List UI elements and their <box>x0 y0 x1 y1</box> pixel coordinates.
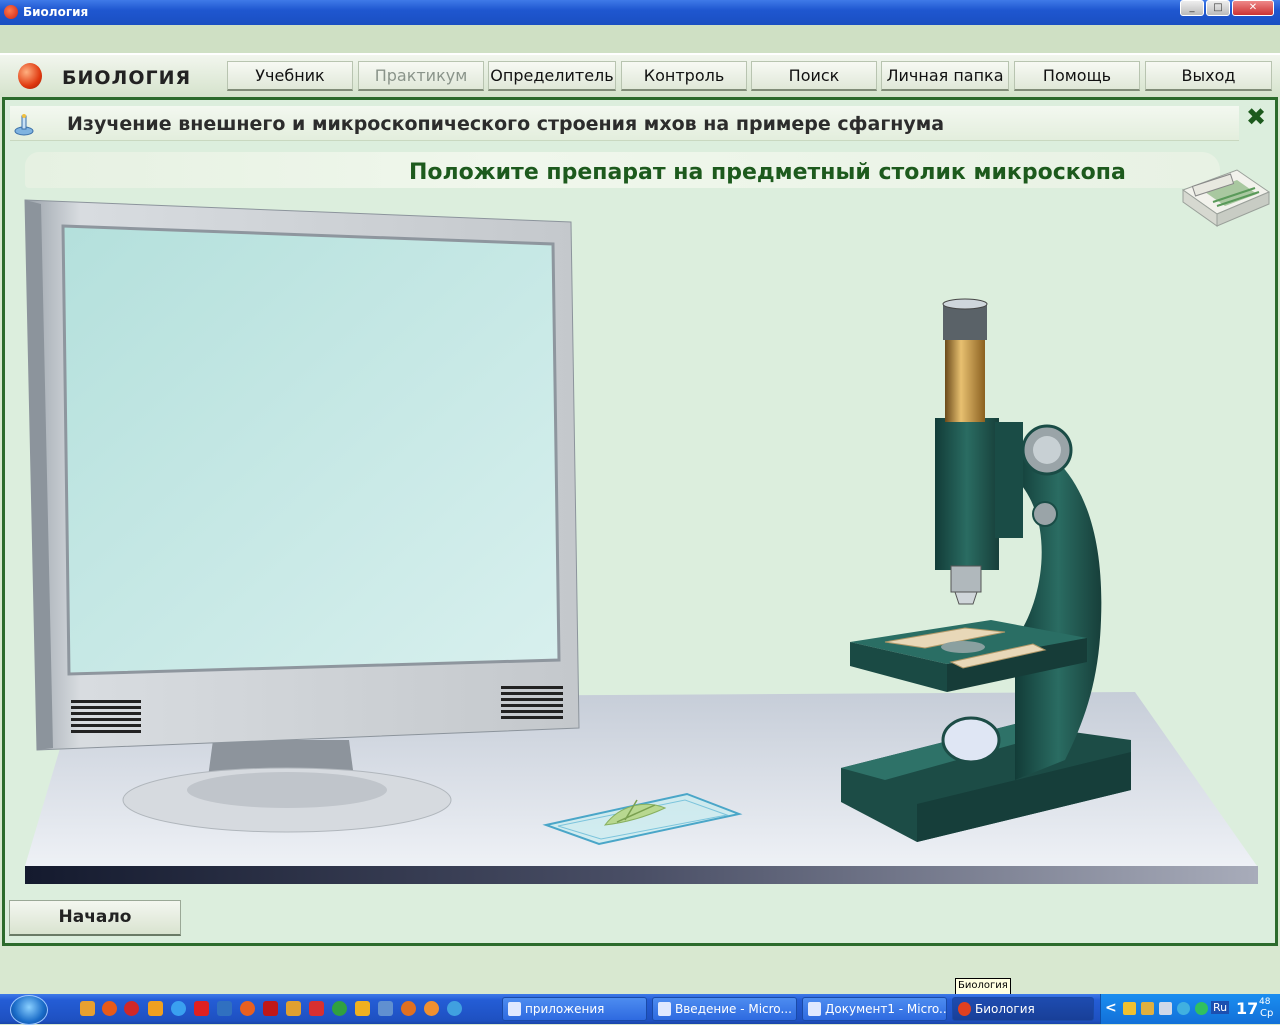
close-window-button[interactable]: ✕ <box>1232 0 1274 16</box>
apple-logo-icon <box>18 63 42 89</box>
task-intro-word[interactable]: Введение - Micro... <box>652 997 797 1021</box>
quicklaunch-app-icon[interactable] <box>194 1001 209 1016</box>
word-doc-icon <box>658 1002 671 1016</box>
start-menu-button[interactable] <box>10 995 48 1025</box>
apple-icon <box>958 1002 971 1016</box>
taskbar-tooltip: Биология <box>955 978 1011 995</box>
system-tray: < Ru 17 48 Ср <box>1100 994 1280 1024</box>
quicklaunch-acrobat-icon[interactable] <box>309 1001 324 1016</box>
quicklaunch-pdf-icon[interactable] <box>263 1001 278 1016</box>
task-apps[interactable]: приложения <box>502 997 647 1021</box>
menu-personal-folder-button[interactable]: Личная папка <box>881 61 1009 91</box>
taskbar: приложения Введение - Micro... Документ1… <box>0 994 1280 1025</box>
quicklaunch-at-icon[interactable] <box>424 1001 439 1016</box>
quicklaunch-mail-icon[interactable] <box>401 1001 416 1016</box>
task-document1-word[interactable]: Документ1 - Micro... <box>802 997 947 1021</box>
menu-search-button[interactable]: Поиск <box>751 61 877 91</box>
desk-edge <box>25 866 1258 884</box>
quicklaunch-network-icon[interactable] <box>378 1001 393 1016</box>
quicklaunch-desktop-icon[interactable] <box>217 1001 232 1016</box>
quicklaunch-ie-icon[interactable] <box>171 1001 186 1016</box>
apple-icon <box>4 5 18 19</box>
chevron-left-icon[interactable]: < <box>1105 1000 1117 1016</box>
menu-textbook-button[interactable]: Учебник <box>227 61 353 91</box>
tray-tool-icon[interactable] <box>1141 1002 1154 1015</box>
window-controls: _ □ ✕ <box>1180 0 1274 16</box>
tray-globe-icon[interactable] <box>1177 1002 1190 1015</box>
menu-identifier-button[interactable]: Определитель <box>488 61 616 91</box>
tray-status-icon[interactable] <box>1195 1002 1208 1015</box>
quicklaunch-chat-icon[interactable] <box>332 1001 347 1016</box>
top-strip <box>0 25 1280 53</box>
maximize-button[interactable]: □ <box>1206 0 1230 16</box>
start-button[interactable]: Начало <box>9 900 181 936</box>
clock-day: Ср <box>1260 1008 1274 1019</box>
quicklaunch-browser-icon[interactable] <box>240 1001 255 1016</box>
folder-icon <box>508 1002 521 1016</box>
clock-hour: 17 <box>1236 999 1259 1018</box>
quicklaunch-folder-icon[interactable] <box>80 1001 95 1016</box>
lesson-panel: Изучение внешнего и микроскопического ст… <box>2 97 1278 946</box>
tray-folder-icon[interactable] <box>1123 1002 1136 1015</box>
menu-control-button[interactable]: Контроль <box>621 61 747 91</box>
quicklaunch-media-icon[interactable] <box>148 1001 163 1016</box>
quicklaunch-firefox-icon[interactable] <box>102 1001 117 1016</box>
quicklaunch-tool-icon[interactable] <box>286 1001 301 1016</box>
menu-help-button[interactable]: Помощь <box>1014 61 1140 91</box>
quicklaunch-search-icon[interactable] <box>447 1001 462 1016</box>
word-doc-icon <box>808 1002 821 1016</box>
microscope[interactable] <box>841 298 1131 842</box>
tray-network-icon[interactable] <box>1159 1002 1172 1015</box>
lab-scene <box>24 199 1258 884</box>
task-biology[interactable]: Биология <box>952 997 1094 1021</box>
brand: БИОЛОГИЯ <box>14 61 224 93</box>
language-indicator[interactable]: Ru <box>1211 1001 1230 1014</box>
quicklaunch-player-icon[interactable] <box>355 1001 370 1016</box>
window-title: Биология <box>23 5 89 19</box>
main-menu-bar: БИОЛОГИЯ Учебник Практикум Определитель … <box>0 53 1280 97</box>
minimize-button[interactable]: _ <box>1180 0 1204 16</box>
menu-exit-button[interactable]: Выход <box>1145 61 1272 91</box>
window-titlebar[interactable]: Биология _ □ ✕ <box>0 0 1280 25</box>
brand-label: БИОЛОГИЯ <box>62 67 192 89</box>
menu-practicum-button[interactable]: Практикум <box>358 61 484 91</box>
quicklaunch-opera-icon[interactable] <box>124 1001 139 1016</box>
clock-minute: 48 <box>1259 997 1271 1007</box>
